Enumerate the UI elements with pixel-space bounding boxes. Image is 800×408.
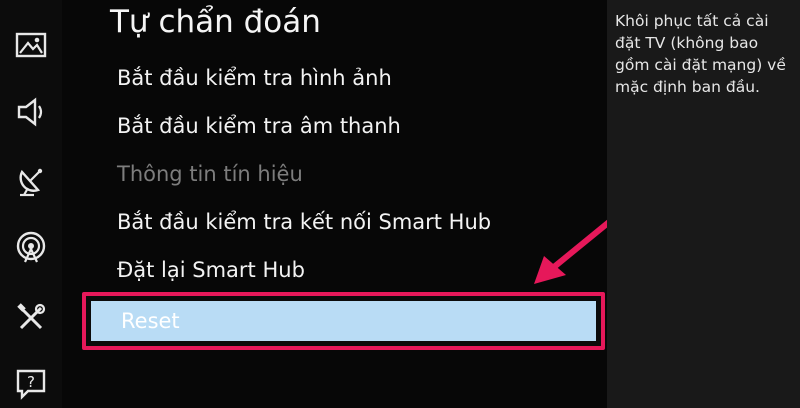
self-diagnosis-menu: Tự chẩn đoán Bắt đầu kiểm tra hình ảnh B…: [62, 0, 617, 408]
page-title: Tự chẩn đoán: [110, 4, 321, 40]
help-icon[interactable]: ?: [12, 364, 50, 402]
reset-button[interactable]: Reset: [91, 301, 596, 341]
picture-icon[interactable]: [12, 26, 50, 64]
sidebar: ?: [0, 0, 62, 408]
description-text: Khôi phục tất cả cài đặt TV (không bao g…: [615, 12, 786, 96]
menu-item-reset-smart-hub[interactable]: Đặt lại Smart Hub: [117, 250, 587, 290]
svg-text:?: ?: [27, 373, 35, 391]
reset-highlight-frame: Reset: [82, 292, 605, 350]
menu-item-smart-hub-connection-test[interactable]: Bắt đầu kiểm tra kết nối Smart Hub: [117, 202, 587, 242]
sound-icon[interactable]: [12, 93, 50, 131]
menu-item-sound-test[interactable]: Bắt đầu kiểm tra âm thanh: [117, 106, 587, 146]
menu-item-picture-test[interactable]: Bắt đầu kiểm tra hình ảnh: [117, 58, 587, 98]
network-icon[interactable]: [12, 229, 50, 267]
broadcasting-icon[interactable]: [12, 162, 50, 200]
reset-label: Reset: [121, 309, 180, 333]
description-panel: Khôi phục tất cả cài đặt TV (không bao g…: [607, 0, 800, 408]
tools-icon[interactable]: [12, 299, 50, 337]
menu-item-signal-info: Thông tin tín hiệu: [117, 162, 303, 186]
